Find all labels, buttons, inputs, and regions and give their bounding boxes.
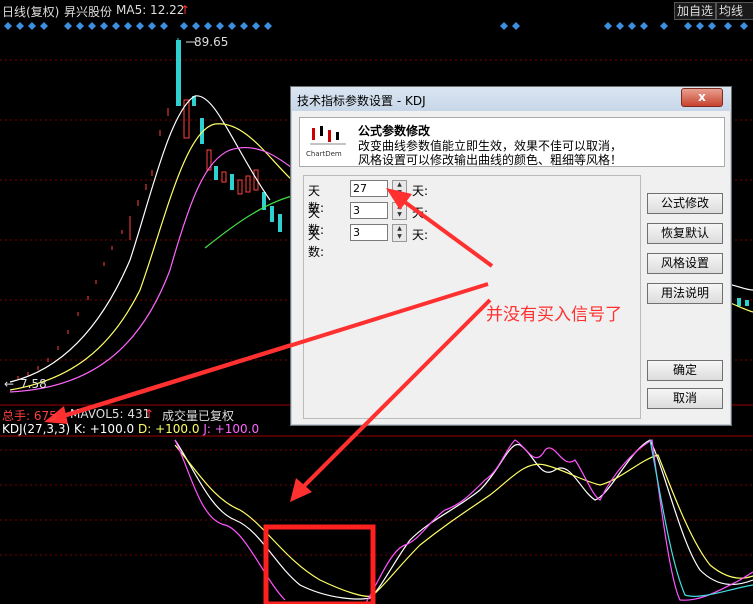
style-settings-button[interactable]: 风格设置 <box>647 253 723 274</box>
param-unit: 天: <box>412 228 429 242</box>
spinner-icon[interactable]: ▲ ▼ <box>392 224 407 242</box>
kdj-legend: KDJ(27,3,3) K: +100.0 D: +100.0 J: +100.… <box>2 422 259 436</box>
kdj-j-value: J: +100.0 <box>203 422 260 436</box>
kdj-lines <box>174 439 753 604</box>
kdj-d-value: D: +100.0 <box>137 422 200 436</box>
param-input-3[interactable]: 3 <box>350 224 388 241</box>
low-price-label: 7.58 <box>20 377 47 391</box>
stock-name: 昇兴股份 <box>64 5 113 19</box>
ma-label: MA5: 12.22 <box>116 3 185 17</box>
param-input-1[interactable]: 27 <box>350 180 388 197</box>
logo-caption: ChartDem <box>306 150 342 158</box>
signal-markers <box>4 22 748 30</box>
formula-edit-button[interactable]: 公式修改 <box>647 193 723 214</box>
high-price-label: 89.65 <box>194 35 229 49</box>
annotation-text: 并没有买入信号了 <box>486 305 622 325</box>
close-icon[interactable]: x <box>681 88 723 107</box>
low-price-arrow-icon: ← <box>4 377 15 391</box>
kdj-settings-dialog: 技术指标参数设置 - KDJ x ChartDem 公式参数修改 改变曲线参数值… <box>290 86 732 426</box>
banner-line-2: 风格设置可以修改输出曲线的颜色、粗细等风格！ <box>358 153 623 167</box>
ok-button[interactable]: 确定 <box>647 360 723 381</box>
kdj-name: KDJ(27,3,3) <box>2 422 71 436</box>
chart-logo-icon: ChartDem <box>306 122 350 162</box>
param-unit: 天: <box>412 184 429 198</box>
param-input-2[interactable]: 3 <box>350 202 388 219</box>
param-unit: 天: <box>412 206 429 220</box>
param-area: 天数: 27 ▲ ▼ 天: 天数: 3 ▲ ▼ 天: 天数: 3 ▲ ▼ 天: <box>303 175 641 419</box>
dialog-banner: ChartDem 公式参数修改 改变曲线参数值能立即生效，效果不佳可以取消， 风… <box>299 117 725 167</box>
period-label[interactable]: 日线(复权) <box>2 3 59 20</box>
ma-button[interactable]: 均线 <box>716 2 753 20</box>
usage-help-button[interactable]: 用法说明 <box>647 283 723 304</box>
spinner-icon[interactable]: ▲ ▼ <box>392 202 407 220</box>
restore-default-button[interactable]: 恢复默认 <box>647 223 723 244</box>
dialog-title: 技术指标参数设置 - KDJ <box>297 94 426 108</box>
mavol-arrow-icon: ↑ <box>144 407 155 421</box>
spinner-icon[interactable]: ▲ ▼ <box>392 180 407 198</box>
chart-header: 日线(复权) 昇兴股份 MA5: 12.22 ↑ 加自选 均线 <box>0 0 753 20</box>
add-watch-button[interactable]: 加自选 <box>674 2 717 20</box>
cancel-button[interactable]: 取消 <box>647 388 723 409</box>
mavol-label: MAVOL5: 431 <box>70 407 151 421</box>
ma-arrow-icon: ↑ <box>180 3 191 17</box>
dialog-title-bar[interactable]: 技术指标参数设置 - KDJ x <box>291 87 731 111</box>
param-label: 天数: <box>308 228 325 259</box>
kdj-k-value: K: +100.0 <box>74 422 135 436</box>
